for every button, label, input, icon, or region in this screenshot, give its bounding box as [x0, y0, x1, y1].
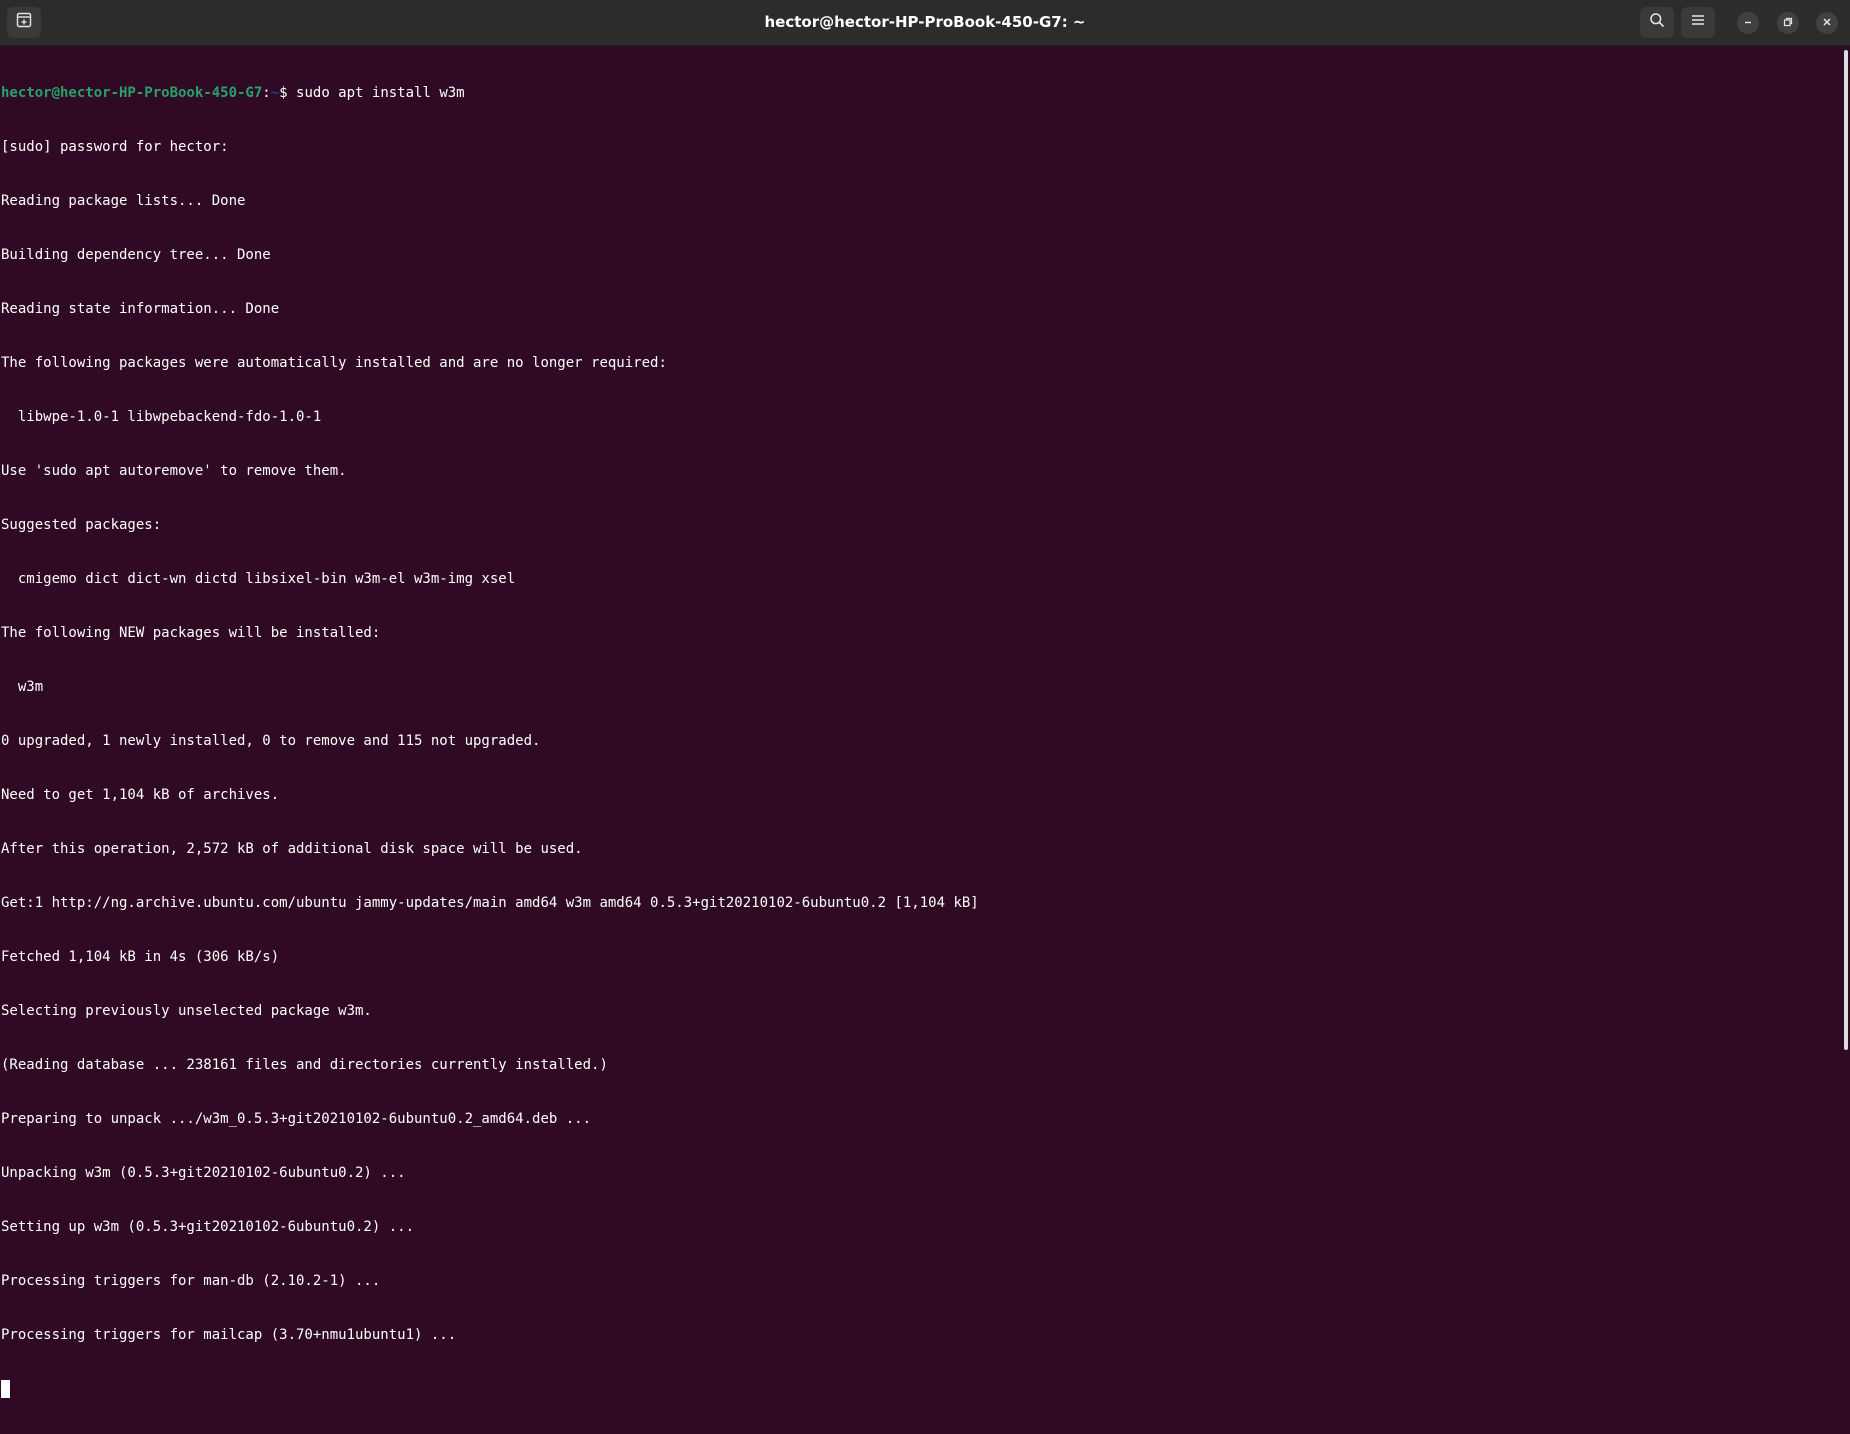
close-icon: [1822, 14, 1832, 32]
output-line: After this operation, 2,572 kB of additi…: [1, 841, 583, 857]
output-line: Building dependency tree... Done: [1, 247, 271, 263]
prompt-line: hector@hector-HP-ProBook-450-G7:~$ sudo …: [1, 84, 1841, 102]
cursor-line: [1, 1380, 1841, 1398]
output-line: Use 'sudo apt autoremove' to remove them…: [1, 463, 347, 479]
restore-icon: [1783, 14, 1793, 32]
scrollbar[interactable]: [1844, 50, 1848, 1050]
output-line: w3m: [1, 679, 44, 695]
output-line: Need to get 1,104 kB of archives.: [1, 787, 280, 803]
search-icon: [1649, 12, 1665, 33]
search-button[interactable]: [1640, 7, 1674, 38]
prompt-command: sudo apt install w3m: [296, 85, 465, 101]
minimize-icon: [1743, 14, 1753, 32]
output-line: The following NEW packages will be insta…: [1, 625, 381, 641]
output-line: Processing triggers for mailcap (3.70+nm…: [1, 1327, 457, 1343]
prompt-user-host: hector@hector-HP-ProBook-450-G7: [1, 85, 263, 101]
output-line: Selecting previously unselected package …: [1, 1003, 372, 1019]
terminal-output[interactable]: hector@hector-HP-ProBook-450-G7:~$ sudo …: [0, 48, 1841, 1398]
header-bar: hector@hector-HP-ProBook-450-G7: ~: [0, 0, 1850, 46]
output-line: Setting up w3m (0.5.3+git20210102-6ubunt…: [1, 1219, 415, 1235]
output-line: cmigemo dict dict-wn dictd libsixel-bin …: [1, 571, 516, 587]
output-line: The following packages were automaticall…: [1, 355, 667, 371]
restore-button[interactable]: [1777, 12, 1799, 34]
hamburger-menu-icon: [1691, 13, 1705, 32]
output-line: Processing triggers for man-db (2.10.2-1…: [1, 1273, 381, 1289]
output-line: Reading state information... Done: [1, 301, 280, 317]
menu-button[interactable]: [1681, 7, 1715, 38]
output-line: (Reading database ... 238161 files and d…: [1, 1057, 608, 1073]
output-line: Suggested packages:: [1, 517, 162, 533]
window-title: hector@hector-HP-ProBook-450-G7: ~: [764, 13, 1086, 31]
output-line: Unpacking w3m (0.5.3+git20210102-6ubuntu…: [1, 1165, 406, 1181]
output-line: [sudo] password for hector:: [1, 139, 229, 155]
new-tab-button[interactable]: [7, 7, 41, 38]
prompt-symbol: $: [279, 85, 297, 101]
output-line: libwpe-1.0-1 libwpebackend-fdo-1.0-1: [1, 409, 322, 425]
output-line: Fetched 1,104 kB in 4s (306 kB/s): [1, 949, 280, 965]
terminal-window: hector@hector-HP-ProBook-450-G7: ~ hecto…: [0, 0, 1850, 1398]
output-line: Get:1 http://ng.archive.ubuntu.com/ubunt…: [1, 895, 979, 911]
output-line: Preparing to unpack .../w3m_0.5.3+git202…: [1, 1111, 592, 1127]
new-tab-icon: [16, 12, 32, 33]
minimize-button[interactable]: [1737, 12, 1759, 34]
prompt-path: ~: [270, 85, 280, 101]
close-button[interactable]: [1816, 12, 1838, 34]
output-line: Reading package lists... Done: [1, 193, 246, 209]
text-cursor: [1, 1380, 10, 1398]
output-line: 0 upgraded, 1 newly installed, 0 to remo…: [1, 733, 541, 749]
prompt-separator: :: [262, 85, 271, 101]
